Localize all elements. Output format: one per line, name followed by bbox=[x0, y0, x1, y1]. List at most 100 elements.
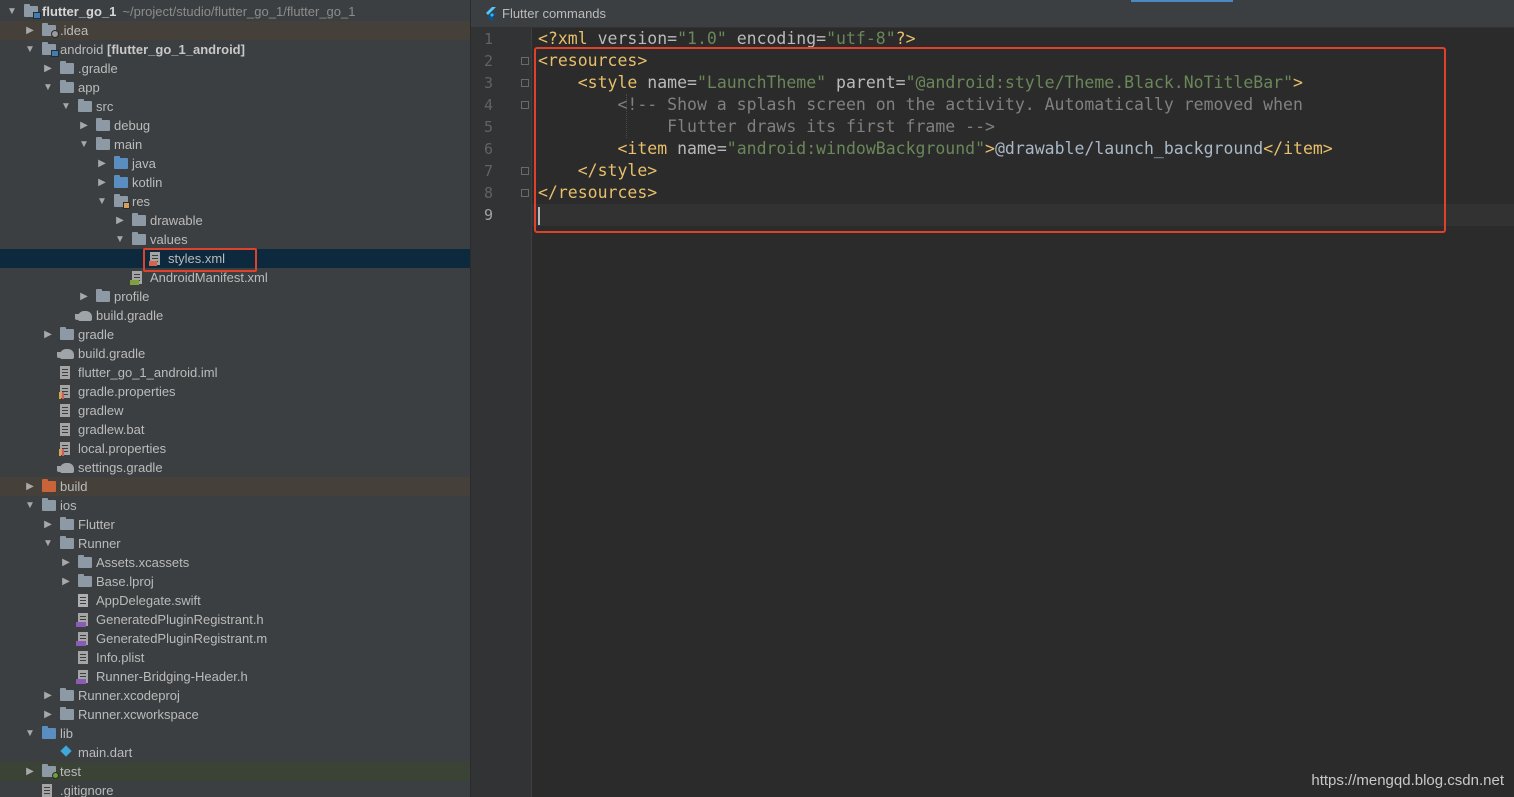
tree-row-label: local.properties bbox=[78, 441, 167, 456]
line-number: 3 bbox=[483, 74, 493, 92]
folder-icon bbox=[96, 137, 110, 150]
watermark: https://mengqd.blog.csdn.net bbox=[1311, 772, 1504, 789]
chevron-right-icon[interactable]: ▶ bbox=[96, 154, 108, 173]
chevron-down-icon[interactable]: ▼ bbox=[60, 97, 72, 116]
folder-icon bbox=[42, 42, 59, 57]
chevron-right-icon[interactable]: ▶ bbox=[60, 553, 72, 572]
tree-row[interactable]: ▼ values bbox=[0, 230, 470, 249]
tree-row-label: Assets.xcassets bbox=[96, 555, 190, 570]
chevron-right-icon[interactable]: ▶ bbox=[42, 515, 54, 534]
tree-row[interactable]: ▶ java bbox=[0, 154, 470, 173]
tree-row[interactable]: ▶ Runner.xcodeproj bbox=[0, 686, 470, 705]
fold-marker-icon[interactable] bbox=[521, 167, 529, 175]
fold-marker-icon[interactable] bbox=[521, 101, 529, 109]
chevron-down-icon[interactable]: ▼ bbox=[24, 496, 36, 515]
chevron-right-icon[interactable]: ▶ bbox=[60, 572, 72, 591]
chevron-right-icon[interactable]: ▶ bbox=[24, 477, 36, 496]
folder-icon bbox=[42, 498, 56, 511]
tree-row[interactable]: ▼ main bbox=[0, 135, 470, 154]
tree-row-label: .idea bbox=[60, 23, 89, 38]
tree-row[interactable]: ▶ test bbox=[0, 762, 470, 781]
file-icon bbox=[78, 651, 88, 664]
tree-row[interactable]: build.gradle bbox=[0, 344, 470, 363]
tree-row[interactable]: ▶ Base.lproj bbox=[0, 572, 470, 591]
chevron-down-icon[interactable]: ▼ bbox=[24, 724, 36, 743]
fold-marker-icon[interactable] bbox=[521, 79, 529, 87]
chevron-right-icon[interactable]: ▶ bbox=[114, 211, 126, 230]
tree-row[interactable]: ▶ .idea bbox=[0, 21, 470, 40]
tree-row-label: main.dart bbox=[78, 745, 133, 760]
tree-row-label: flutter_go_1 ~/project/studio/flutter_go_… bbox=[42, 4, 356, 19]
chevron-down-icon[interactable]: ▼ bbox=[24, 40, 36, 59]
flutter-commands-label[interactable]: Flutter commands bbox=[502, 0, 606, 28]
folder-icon bbox=[132, 213, 146, 226]
tree-row[interactable]: build.gradle bbox=[0, 306, 470, 325]
tree-row[interactable]: Info.plist bbox=[0, 648, 470, 667]
tree-row[interactable]: ▼ ios bbox=[0, 496, 470, 515]
file-icon bbox=[42, 784, 52, 797]
fold-marker-icon[interactable] bbox=[521, 57, 529, 65]
folder-icon bbox=[60, 688, 74, 701]
chevron-down-icon[interactable]: ▼ bbox=[96, 192, 108, 211]
tree-row[interactable]: ▶ .gradle bbox=[0, 59, 470, 78]
tree-row[interactable]: ▶ profile bbox=[0, 287, 470, 306]
code-token: "1.0" bbox=[677, 29, 727, 48]
chevron-down-icon[interactable]: ▼ bbox=[42, 78, 54, 97]
tree-row[interactable]: ▶ gradle bbox=[0, 325, 470, 344]
chevron-right-icon[interactable]: ▶ bbox=[24, 21, 36, 40]
folder-icon bbox=[78, 99, 92, 112]
tree-row[interactable]: gradle.properties bbox=[0, 382, 470, 401]
chevron-right-icon[interactable]: ▶ bbox=[78, 287, 90, 306]
tree-row[interactable]: .gitignore bbox=[0, 781, 470, 797]
tree-row-label: Runner bbox=[78, 536, 121, 551]
tree-row-label: .gradle bbox=[78, 61, 118, 76]
folder-icon bbox=[114, 156, 128, 169]
tree-row[interactable]: ▶ debug bbox=[0, 116, 470, 135]
chevron-right-icon[interactable]: ▶ bbox=[42, 686, 54, 705]
chevron-right-icon[interactable]: ▶ bbox=[96, 173, 108, 192]
folder-icon bbox=[96, 289, 110, 302]
chevron-right-icon[interactable]: ▶ bbox=[42, 705, 54, 724]
tree-row[interactable]: ▶ drawable bbox=[0, 211, 470, 230]
tree-row[interactable]: ▼ Runner bbox=[0, 534, 470, 553]
tree-row-label: values bbox=[150, 232, 188, 247]
tree-row[interactable]: ▶ kotlin bbox=[0, 173, 470, 192]
tree-row[interactable]: ▼ android [flutter_go_1_android] bbox=[0, 40, 470, 59]
tree-row[interactable]: flutter_go_1_android.iml bbox=[0, 363, 470, 382]
chevron-right-icon[interactable]: ▶ bbox=[24, 762, 36, 781]
tree-row[interactable]: gradlew bbox=[0, 401, 470, 420]
tree-row[interactable]: GeneratedPluginRegistrant.m bbox=[0, 629, 470, 648]
tree-row[interactable]: ▶ Flutter bbox=[0, 515, 470, 534]
chevron-right-icon[interactable]: ▶ bbox=[42, 325, 54, 344]
tree-row[interactable]: ▼ flutter_go_1 ~/project/studio/flutter_go… bbox=[0, 2, 470, 21]
chevron-right-icon[interactable]: ▶ bbox=[78, 116, 90, 135]
folder-icon bbox=[78, 574, 92, 587]
line-number: 5 bbox=[483, 118, 493, 136]
tree-row[interactable]: main.dart bbox=[0, 743, 470, 762]
tree-row[interactable]: ▶ Runner.xcworkspace bbox=[0, 705, 470, 724]
tree-row-label: Runner.xcworkspace bbox=[78, 707, 199, 722]
gradle-icon bbox=[75, 311, 92, 321]
flutter-icon bbox=[486, 7, 496, 21]
fold-marker-icon[interactable] bbox=[521, 189, 529, 197]
tree-row[interactable]: GeneratedPluginRegistrant.h bbox=[0, 610, 470, 629]
tree-row[interactable]: ▼ src bbox=[0, 97, 470, 116]
chevron-down-icon[interactable]: ▼ bbox=[78, 135, 90, 154]
tree-row[interactable]: ▼ res bbox=[0, 192, 470, 211]
tree-row[interactable]: gradlew.bat bbox=[0, 420, 470, 439]
tree-row[interactable]: Runner-Bridging-Header.h bbox=[0, 667, 470, 686]
chevron-down-icon[interactable]: ▼ bbox=[42, 534, 54, 553]
tree-row-label: Runner-Bridging-Header.h bbox=[96, 669, 248, 684]
folder-icon bbox=[60, 61, 74, 74]
tree-row[interactable]: ▶ build bbox=[0, 477, 470, 496]
tree-row[interactable]: ▼ lib bbox=[0, 724, 470, 743]
tree-row[interactable]: settings.gradle bbox=[0, 458, 470, 477]
tree-row[interactable]: local.properties bbox=[0, 439, 470, 458]
file-icon bbox=[59, 442, 70, 456]
tree-row[interactable]: ▶ Assets.xcassets bbox=[0, 553, 470, 572]
chevron-right-icon[interactable]: ▶ bbox=[42, 59, 54, 78]
tree-row[interactable]: AppDelegate.swift bbox=[0, 591, 470, 610]
chevron-down-icon[interactable]: ▼ bbox=[6, 2, 18, 21]
tree-row[interactable]: ▼ app bbox=[0, 78, 470, 97]
chevron-down-icon[interactable]: ▼ bbox=[114, 230, 126, 249]
